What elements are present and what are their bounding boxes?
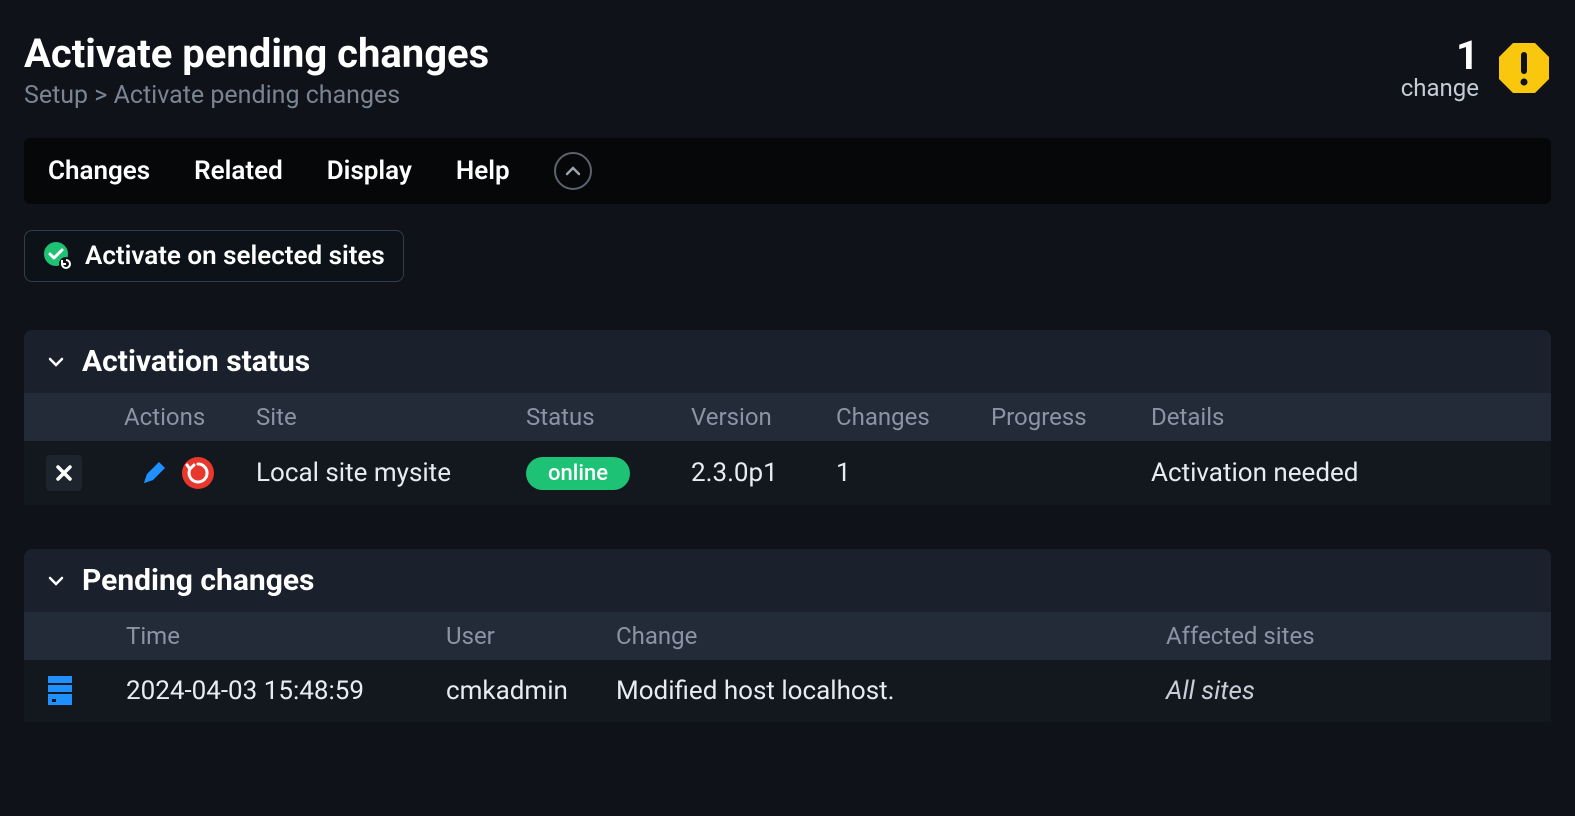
remove-button[interactable] — [46, 455, 82, 491]
cell-time: 2024-04-03 15:48:59 — [126, 676, 446, 706]
chevron-up-icon — [565, 163, 581, 179]
cell-affected: All sites — [1166, 676, 1529, 706]
cell-site: Local site mysite — [256, 458, 526, 488]
col-affected: Affected sites — [1166, 622, 1529, 650]
menu-display[interactable]: Display — [327, 156, 412, 186]
edit-button[interactable] — [136, 455, 172, 491]
restart-button[interactable] — [180, 455, 216, 491]
col-progress: Progress — [991, 403, 1151, 431]
close-icon — [55, 464, 73, 482]
activation-status-panel: Activation status Actions Site Status Ve… — [24, 330, 1551, 505]
pencil-icon — [139, 458, 169, 488]
cell-change: Modified host localhost. — [616, 676, 1166, 706]
warning-icon — [1497, 41, 1551, 95]
activation-status-title: Activation status — [82, 344, 310, 379]
page-title: Activate pending changes — [24, 30, 489, 77]
cell-details: Activation needed — [1151, 458, 1529, 488]
status-pill: online — [526, 457, 630, 490]
col-time: Time — [126, 622, 446, 650]
menu-help[interactable]: Help — [456, 156, 510, 186]
col-changes: Changes — [836, 403, 991, 431]
menu-related[interactable]: Related — [194, 156, 283, 186]
menu-changes[interactable]: Changes — [48, 156, 150, 186]
breadcrumb: Setup > Activate pending changes — [24, 81, 489, 110]
change-indicator[interactable]: 1 change — [1401, 36, 1551, 100]
chevron-down-icon — [46, 571, 66, 591]
col-site: Site — [256, 403, 526, 431]
menu-collapse-toggle[interactable] — [554, 152, 592, 190]
cell-changes: 1 — [836, 458, 991, 488]
activate-button-label: Activate on selected sites — [85, 241, 385, 271]
cell-version: 2.3.0p1 — [691, 458, 836, 488]
pending-table-header: Time User Change Affected sites — [24, 612, 1551, 660]
chevron-down-icon — [46, 352, 66, 372]
col-details: Details — [1151, 403, 1529, 431]
change-count: 1 — [1401, 36, 1479, 76]
pending-changes-header[interactable]: Pending changes — [24, 549, 1551, 612]
col-status: Status — [526, 403, 691, 431]
activation-status-header[interactable]: Activation status — [24, 330, 1551, 393]
table-row: 2024-04-03 15:48:59 cmkadmin Modified ho… — [24, 660, 1551, 722]
col-change: Change — [616, 622, 1166, 650]
activate-selected-button[interactable]: Activate on selected sites — [24, 230, 404, 282]
col-user: User — [446, 622, 616, 650]
activation-table-header: Actions Site Status Version Changes Prog… — [24, 393, 1551, 441]
cell-user: cmkadmin — [446, 676, 616, 706]
page-header: Activate pending changes Setup > Activat… — [24, 30, 1551, 110]
activate-icon — [43, 241, 73, 271]
host-icon — [46, 674, 74, 708]
change-label: change — [1401, 76, 1479, 100]
col-actions: Actions — [46, 403, 256, 431]
pending-changes-title: Pending changes — [82, 563, 314, 598]
restart-icon — [181, 456, 215, 490]
pending-changes-panel: Pending changes Time User Change Affecte… — [24, 549, 1551, 722]
menu-bar: Changes Related Display Help — [24, 138, 1551, 204]
col-version: Version — [691, 403, 836, 431]
table-row: Local site mysite online 2.3.0p1 1 Activ… — [24, 441, 1551, 505]
